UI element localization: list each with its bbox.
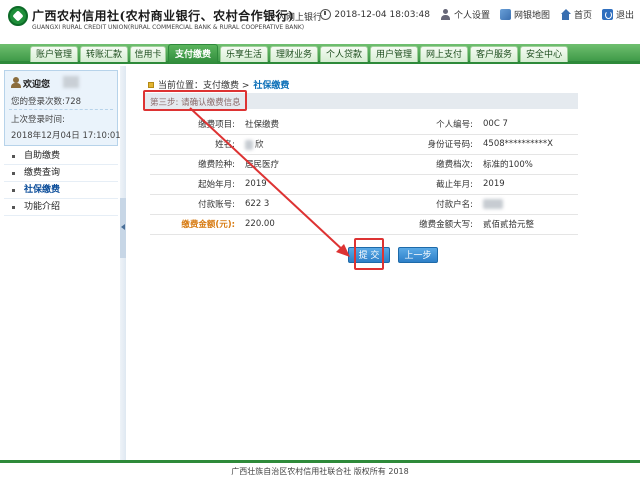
last-login-time: 2018年12月04日 17:10:01 [11, 131, 121, 141]
home-icon [560, 9, 571, 20]
value-name: 欣 [240, 134, 390, 155]
masked-payer-name [483, 198, 503, 209]
header-tools: 2018-12-04 18:03:48 个人设置 网银地图 首页 退出 [320, 8, 634, 21]
tab-payment[interactable]: 支付缴费 [168, 44, 218, 64]
logout-label: 退出 [615, 11, 634, 21]
table-row: 姓名: 欣 身份证号码: 4508**********X [150, 134, 578, 155]
sitemap-icon [499, 9, 511, 20]
label-personal-id: 个人编号: [390, 114, 478, 135]
label-name: 姓名: [150, 134, 240, 155]
value-payment-amount: 220.00 [240, 214, 390, 235]
table-row: 缴费险种: 居民医疗 缴费档次: 标准的100% [150, 154, 578, 175]
main-nav: 账户管理 转账汇款 信用卡 支付缴费 乐享生活 理财业务 个人贷款 用户管理 网… [0, 44, 640, 64]
label-end-month: 截止年月: [390, 174, 478, 195]
value-insurance-type: 居民医疗 [240, 154, 390, 175]
sidebar-splitter [120, 66, 126, 460]
value-end-month: 2019 [478, 174, 578, 195]
datetime-text: 2018-12-04 18:03:48 [334, 9, 430, 20]
user-info-panel: 欢迎您 您的登录次数:728 上次登录时间: 2018年12月04日 17:10… [4, 70, 121, 146]
footer-copyright: 广西壮族自治区农村信用社联合社 版权所有 2018 [231, 467, 409, 476]
confirmation-table: 缴费项目: 社保缴费 个人编号: 00C 7 姓名: 欣 身份证号码: 4508… [150, 114, 578, 235]
table-row: 缴费项目: 社保缴费 个人编号: 00C 7 [150, 114, 578, 135]
name-text: 欣 [255, 140, 264, 150]
label-insurance-type: 缴费险种: [150, 154, 240, 175]
sitemap-label: 网银地图 [513, 11, 550, 21]
submit-annotation-box [354, 238, 384, 270]
home-label: 首页 [573, 11, 592, 21]
value-personal-id: 00C 7 [478, 114, 578, 135]
personal-settings-link[interactable]: 个人设置 [440, 8, 490, 21]
tab-credit-card[interactable]: 信用卡 [130, 46, 166, 62]
tab-lifestyle[interactable]: 乐享生活 [220, 46, 268, 62]
brand-name: 广西农村信用社(农村商业银行、农村合作银行) [32, 9, 295, 23]
sidebar-item-self-payment[interactable]: 自助缴费 [4, 148, 118, 165]
label-payment-account: 付款账号: [150, 194, 240, 215]
label-payment-item: 缴费项目: [150, 114, 240, 135]
sidebar-item-social-insurance[interactable]: 社保缴费 [4, 182, 118, 199]
footer-divider [0, 460, 640, 463]
tab-user-management[interactable]: 用户管理 [370, 46, 418, 62]
bank-logo-icon [8, 6, 28, 26]
tab-account-management[interactable]: 账户管理 [30, 46, 78, 62]
logout-link[interactable]: 退出 [601, 8, 634, 21]
personal-settings-label: 个人设置 [453, 11, 490, 21]
label-payment-level: 缴费档次: [390, 154, 478, 175]
label-payment-amount: 缴费金额(元): [150, 214, 240, 235]
login-count: 您的登录次数:728 [11, 97, 82, 107]
home-link[interactable]: 首页 [560, 8, 592, 21]
table-row: 起始年月: 2019 截止年月: 2019 [150, 174, 578, 195]
value-amount-in-words: 贰佰贰拾元整 [478, 214, 578, 235]
masked-username [63, 76, 79, 88]
label-amount-in-words: 缴费金额大写: [390, 214, 478, 235]
welcome-text: 欢迎您 [23, 80, 51, 90]
value-payment-account: 622 3 [240, 194, 390, 215]
brand-english-name: GUANGXI RURAL CREDIT UNION(RURAL COMMERC… [32, 24, 305, 31]
personal-id-text: 00C 7 [483, 118, 508, 129]
account-text: 622 3 [245, 199, 270, 209]
value-id-number: 4508**********X [478, 134, 578, 155]
tab-security-center[interactable]: 安全中心 [520, 46, 568, 62]
tab-customer-service[interactable]: 客户服务 [470, 46, 518, 62]
table-row: 付款账号: 622 3 付款户名: [150, 194, 578, 215]
value-payment-item: 社保缴费 [240, 114, 390, 135]
last-login-label: 上次登录时间: [11, 115, 65, 125]
tab-wealth[interactable]: 理财业务 [270, 46, 318, 62]
avatar-icon [11, 77, 21, 88]
tab-transfer[interactable]: 转账汇款 [80, 46, 128, 62]
tab-online-payment[interactable]: 网上支付 [420, 46, 468, 62]
panel-divider [9, 109, 113, 110]
collapse-arrow-icon [121, 224, 125, 230]
header: 广西农村信用社(农村商业银行、农村合作银行) 个人网上银行 GUANGXI RU… [0, 0, 640, 40]
step-annotation-box [143, 90, 247, 111]
table-row: 缴费金额(元): 220.00 缴费金额大写: 贰佰贰拾元整 [150, 214, 578, 235]
value-payment-level: 标准的100% [478, 154, 578, 175]
brand-subtitle: 个人网上银行 [268, 13, 323, 23]
label-payer-name: 付款户名: [390, 194, 478, 215]
breadcrumb-current: 社保缴费 [253, 81, 290, 91]
value-payer-name [478, 194, 578, 215]
logout-icon [601, 9, 613, 20]
datetime-display: 2018-12-04 18:03:48 [320, 9, 430, 20]
sidebar-item-payment-query[interactable]: 缴费查询 [4, 165, 118, 182]
sidebar-item-feature-intro[interactable]: 功能介绍 [4, 199, 118, 216]
label-id-number: 身份证号码: [390, 134, 478, 155]
location-icon [148, 81, 154, 88]
sitemap-link[interactable]: 网银地图 [499, 8, 550, 21]
user-settings-icon [440, 9, 451, 20]
tab-personal-loans[interactable]: 个人贷款 [320, 46, 368, 62]
clock-icon [320, 9, 332, 20]
masked-name [245, 139, 253, 150]
sidebar-menu: 自助缴费 缴费查询 社保缴费 功能介绍 [4, 148, 118, 216]
previous-step-button[interactable]: 上一步 [398, 247, 438, 263]
value-start-month: 2019 [240, 174, 390, 195]
label-start-month: 起始年月: [150, 174, 240, 195]
